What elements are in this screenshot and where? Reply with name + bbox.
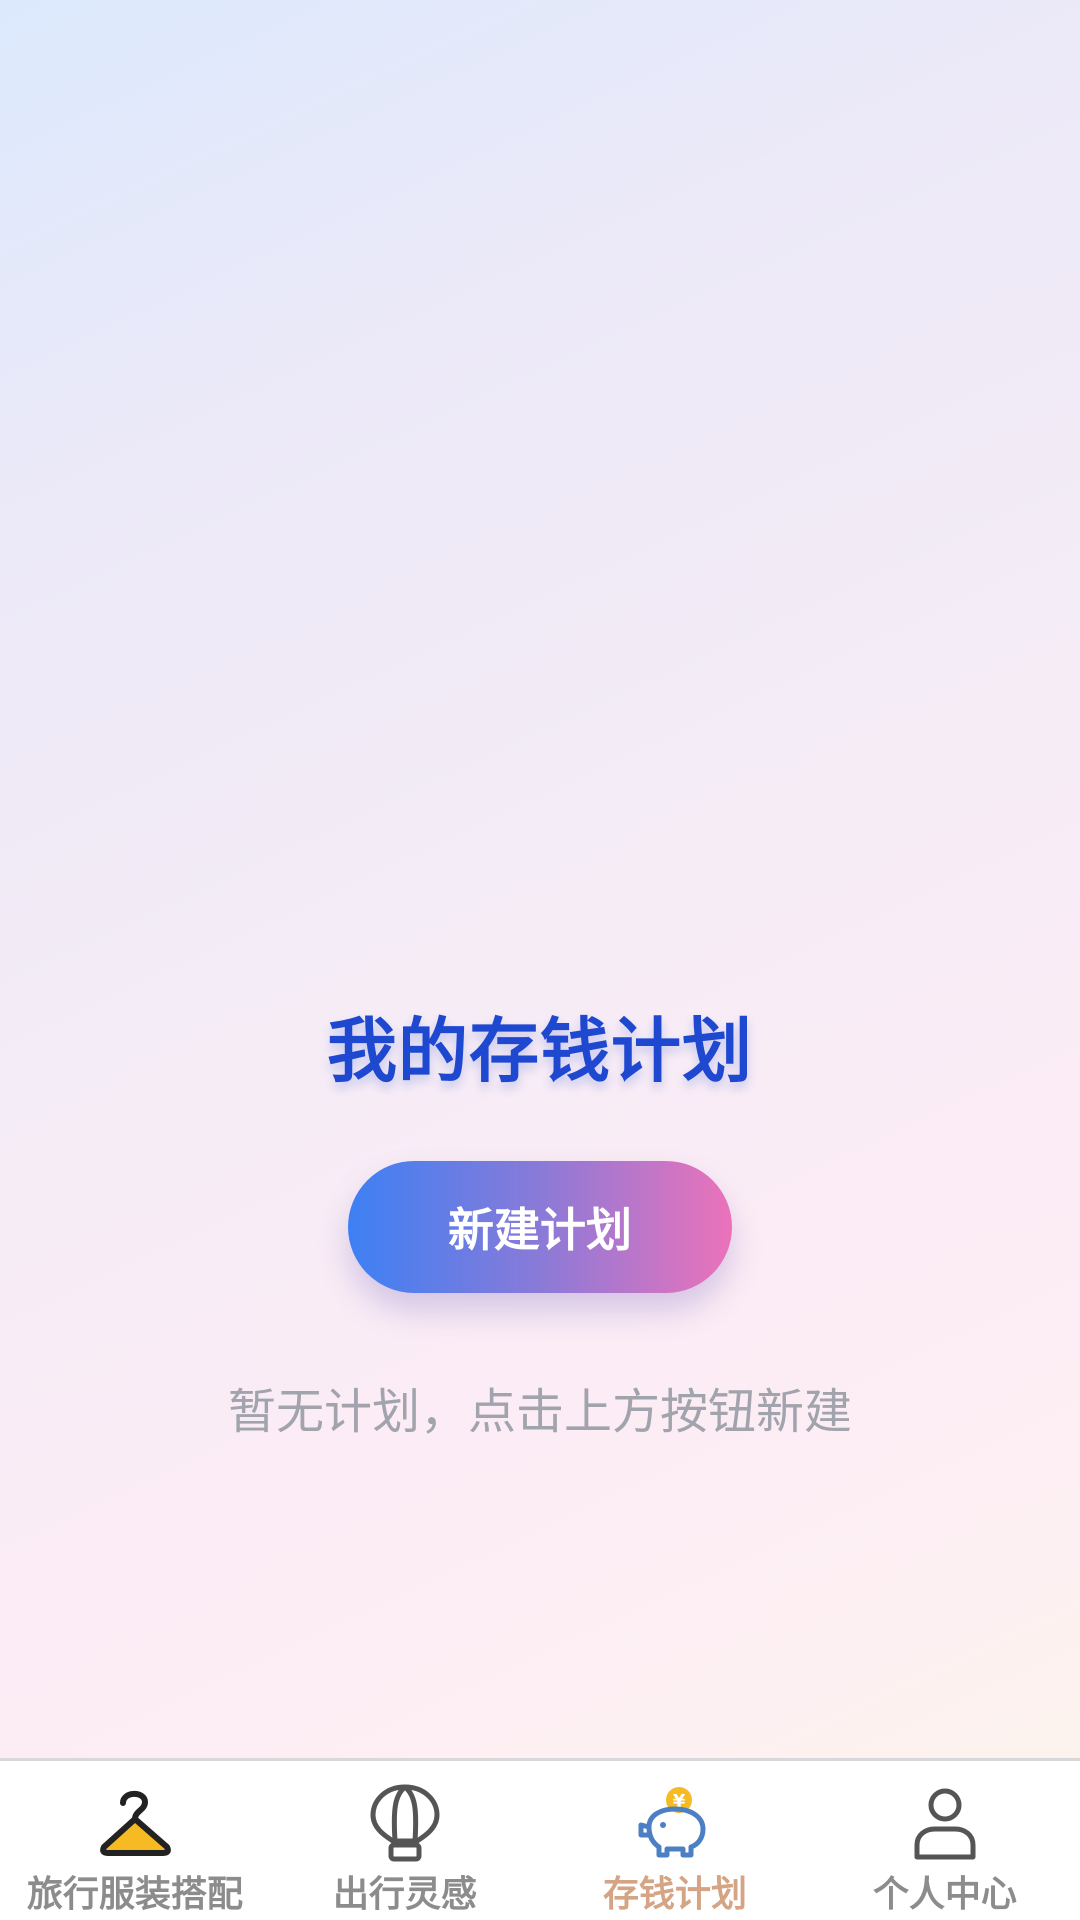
tab-label: 个人中心 xyxy=(872,1874,1017,1915)
hanger-icon xyxy=(95,1783,175,1863)
tab-travel-outfit[interactable]: 旅行服装搭配 xyxy=(0,1761,270,1920)
empty-state-hint: 暂无计划，点击上方按钮新建 xyxy=(227,1384,852,1440)
tab-travel-inspiration[interactable]: 出行灵感 xyxy=(270,1761,540,1920)
hot-air-balloon-icon xyxy=(365,1783,445,1863)
piggy-bank-icon: ¥ xyxy=(635,1783,715,1863)
page-title: 我的存钱计划 xyxy=(327,1010,753,1092)
bottom-tab-bar: 旅行服装搭配 出行灵感 ¥ 存钱计划 个人中心 xyxy=(0,1758,1080,1920)
user-icon xyxy=(905,1783,985,1863)
new-plan-button[interactable]: 新建计划 xyxy=(348,1161,732,1293)
tab-profile[interactable]: 个人中心 xyxy=(810,1761,1080,1920)
tab-label: 旅行服装搭配 xyxy=(26,1874,243,1915)
tab-savings-plan[interactable]: ¥ 存钱计划 xyxy=(540,1761,810,1920)
tab-label: 出行灵感 xyxy=(332,1874,477,1915)
tab-label: 存钱计划 xyxy=(602,1874,747,1915)
savings-plan-page: 我的存钱计划 新建计划 暂无计划，点击上方按钮新建 xyxy=(0,0,1080,1758)
